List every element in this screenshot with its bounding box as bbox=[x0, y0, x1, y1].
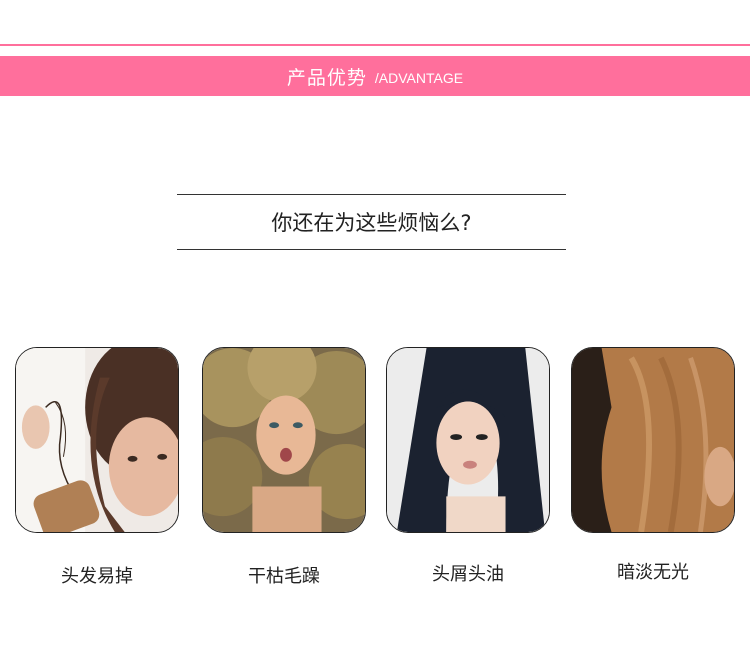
frizzy-hair-image bbox=[202, 347, 366, 533]
banner-title-en: /ADVANTAGE bbox=[374, 70, 464, 86]
top-divider bbox=[0, 44, 750, 46]
question-bottom-rule bbox=[177, 249, 566, 250]
caption-hair-loss: 头发易掉 bbox=[61, 566, 133, 587]
caption-dandruff-oily: 头屑头油 bbox=[432, 564, 504, 585]
section-banner: 产品优势 /ADVANTAGE bbox=[0, 56, 750, 96]
hair-loss-image bbox=[15, 347, 179, 533]
dull-hair-image bbox=[571, 347, 735, 533]
dandruff-oily-hair-image bbox=[386, 347, 550, 533]
caption-dull: 暗淡无光 bbox=[617, 562, 689, 583]
banner-title-cn: 产品优势 bbox=[286, 66, 367, 89]
caption-frizzy: 干枯毛躁 bbox=[248, 566, 320, 587]
question-heading: 你还在为这些烦恼么? bbox=[271, 211, 472, 235]
